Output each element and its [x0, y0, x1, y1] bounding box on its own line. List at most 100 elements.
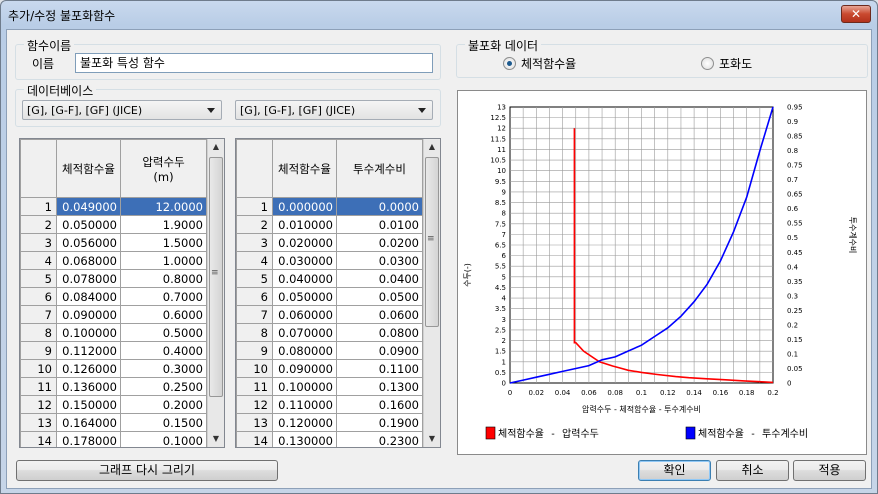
cell-pressure-head[interactable]: 0.2000: [120, 395, 207, 414]
cell-permeability-ratio[interactable]: 0.0500: [336, 287, 423, 306]
radio-checked-icon[interactable]: [503, 57, 516, 70]
cell-permeability-ratio[interactable]: 0.1900: [336, 413, 423, 432]
table-row[interactable]: 1 0.000000 0.0000: [236, 197, 423, 216]
scroll-down-icon[interactable]: ▼: [208, 431, 224, 447]
cell-volumetric[interactable]: 0.010000: [272, 215, 337, 234]
table-row[interactable]: 1 0.049000 12.0000: [20, 197, 207, 216]
table-row[interactable]: 14 0.178000 0.1000: [20, 431, 207, 447]
cell-volumetric[interactable]: 0.110000: [272, 395, 337, 414]
cancel-button[interactable]: 취소: [716, 460, 789, 481]
cell-volumetric[interactable]: 0.000000: [272, 197, 337, 216]
cell-pressure-head[interactable]: 0.7000: [120, 287, 207, 306]
cell-volumetric[interactable]: 0.084000: [56, 287, 121, 306]
col-header-volumetric[interactable]: 체적함수율: [56, 139, 121, 198]
cell-pressure-head[interactable]: 0.5000: [120, 323, 207, 342]
title-bar[interactable]: 추가/수정 불포화함수 ✕: [1, 1, 877, 29]
radio-volumetric[interactable]: 체적함수율: [503, 55, 576, 72]
cell-pressure-head[interactable]: 0.3000: [120, 359, 207, 378]
table-row[interactable]: 6 0.050000 0.0500: [236, 287, 423, 306]
table-row[interactable]: 10 0.090000 0.1100: [236, 359, 423, 378]
table-row[interactable]: 13 0.164000 0.1500: [20, 413, 207, 432]
cell-permeability-ratio[interactable]: 0.1100: [336, 359, 423, 378]
table-row[interactable]: 4 0.068000 1.0000: [20, 251, 207, 270]
cell-pressure-head[interactable]: 0.2500: [120, 377, 207, 396]
cell-volumetric[interactable]: 0.090000: [272, 359, 337, 378]
table-row[interactable]: 8 0.100000 0.5000: [20, 323, 207, 342]
cell-volumetric[interactable]: 0.090000: [56, 305, 121, 324]
table-row[interactable]: 9 0.112000 0.4000: [20, 341, 207, 360]
cell-volumetric[interactable]: 0.112000: [56, 341, 121, 360]
table-row[interactable]: 4 0.030000 0.0300: [236, 251, 423, 270]
table-row[interactable]: 11 0.136000 0.2500: [20, 377, 207, 396]
cell-pressure-head[interactable]: 1.0000: [120, 251, 207, 270]
permeability-table[interactable]: 체적함수율 투수계수비 1 0.000000 0.0000 2 0.010000 0.01…: [235, 138, 441, 448]
dropdown-arrow-icon[interactable]: [418, 108, 426, 113]
cell-pressure-head[interactable]: 0.6000: [120, 305, 207, 324]
close-icon[interactable]: ✕: [851, 7, 861, 21]
cell-volumetric[interactable]: 0.126000: [56, 359, 121, 378]
cell-permeability-ratio[interactable]: 0.0100: [336, 215, 423, 234]
cell-volumetric[interactable]: 0.050000: [56, 215, 121, 234]
table-row[interactable]: 5 0.078000 0.8000: [20, 269, 207, 288]
cell-permeability-ratio[interactable]: 0.2300: [336, 431, 423, 447]
cell-volumetric[interactable]: 0.060000: [272, 305, 337, 324]
cell-permeability-ratio[interactable]: 0.0300: [336, 251, 423, 270]
cell-volumetric[interactable]: 0.068000: [56, 251, 121, 270]
right-table-scrollbar[interactable]: ▲ ≡ ▼: [423, 139, 440, 447]
table-row[interactable]: 9 0.080000 0.0900: [236, 341, 423, 360]
table-row[interactable]: 11 0.100000 0.1300: [236, 377, 423, 396]
cell-volumetric[interactable]: 0.100000: [272, 377, 337, 396]
table-row[interactable]: 2 0.050000 1.9000: [20, 215, 207, 234]
cell-pressure-head[interactable]: 0.1000: [120, 431, 207, 447]
col-header-volumetric[interactable]: 체적함수율: [272, 139, 337, 198]
table-row[interactable]: 12 0.150000 0.2000: [20, 395, 207, 414]
cell-volumetric[interactable]: 0.130000: [272, 431, 337, 447]
table-row[interactable]: 7 0.090000 0.6000: [20, 305, 207, 324]
col-header-pressure-head[interactable]: 압력수두 (m): [120, 139, 207, 198]
cell-volumetric[interactable]: 0.030000: [272, 251, 337, 270]
cell-permeability-ratio[interactable]: 0.0000: [336, 197, 423, 216]
cell-pressure-head[interactable]: 0.4000: [120, 341, 207, 360]
cell-permeability-ratio[interactable]: 0.0400: [336, 269, 423, 288]
table-row[interactable]: 10 0.126000 0.3000: [20, 359, 207, 378]
cell-volumetric[interactable]: 0.049000: [56, 197, 121, 216]
redraw-graph-button[interactable]: 그래프 다시 그리기: [16, 460, 278, 481]
name-input[interactable]: 불포화 특성 함수: [75, 53, 433, 73]
cell-volumetric[interactable]: 0.120000: [272, 413, 337, 432]
cell-volumetric[interactable]: 0.020000: [272, 233, 337, 252]
cell-pressure-head[interactable]: 0.1500: [120, 413, 207, 432]
table-row[interactable]: 8 0.070000 0.0800: [236, 323, 423, 342]
scroll-up-icon[interactable]: ▲: [208, 139, 224, 155]
apply-button[interactable]: 적용: [793, 460, 866, 481]
cell-volumetric[interactable]: 0.150000: [56, 395, 121, 414]
col-header-permeability-ratio[interactable]: 투수계수비: [336, 139, 423, 198]
cell-volumetric[interactable]: 0.050000: [272, 287, 337, 306]
dropdown-arrow-icon[interactable]: [207, 108, 215, 113]
table-row[interactable]: 3 0.020000 0.0200: [236, 233, 423, 252]
table-row[interactable]: 6 0.084000 0.7000: [20, 287, 207, 306]
cell-pressure-head[interactable]: 0.8000: [120, 269, 207, 288]
cell-permeability-ratio[interactable]: 0.1600: [336, 395, 423, 414]
cell-pressure-head[interactable]: 1.5000: [120, 233, 207, 252]
cell-volumetric[interactable]: 0.070000: [272, 323, 337, 342]
pressure-head-table[interactable]: 체적함수율 압력수두 (m) 1 0.049000 12.0000 2 0.050000…: [19, 138, 225, 448]
cell-volumetric[interactable]: 0.040000: [272, 269, 337, 288]
table-row[interactable]: 12 0.110000 0.1600: [236, 395, 423, 414]
cell-pressure-head[interactable]: 12.0000: [120, 197, 207, 216]
scroll-down-icon[interactable]: ▼: [424, 431, 440, 447]
table-row[interactable]: 3 0.056000 1.5000: [20, 233, 207, 252]
cell-volumetric[interactable]: 0.080000: [272, 341, 337, 360]
table-row[interactable]: 7 0.060000 0.0600: [236, 305, 423, 324]
cell-permeability-ratio[interactable]: 0.1300: [336, 377, 423, 396]
cell-volumetric[interactable]: 0.100000: [56, 323, 121, 342]
cell-volumetric[interactable]: 0.178000: [56, 431, 121, 447]
cell-volumetric[interactable]: 0.078000: [56, 269, 121, 288]
database-combo-left[interactable]: [G], [G-F], [GF] (JICE): [22, 100, 222, 120]
radio-saturation[interactable]: 포화도: [701, 55, 752, 72]
radio-unchecked-icon[interactable]: [701, 57, 714, 70]
scroll-up-icon[interactable]: ▲: [424, 139, 440, 155]
left-table-scrollbar[interactable]: ▲ ≡ ▼: [207, 139, 224, 447]
table-row[interactable]: 2 0.010000 0.0100: [236, 215, 423, 234]
cell-volumetric[interactable]: 0.164000: [56, 413, 121, 432]
close-button[interactable]: ✕: [841, 5, 871, 23]
